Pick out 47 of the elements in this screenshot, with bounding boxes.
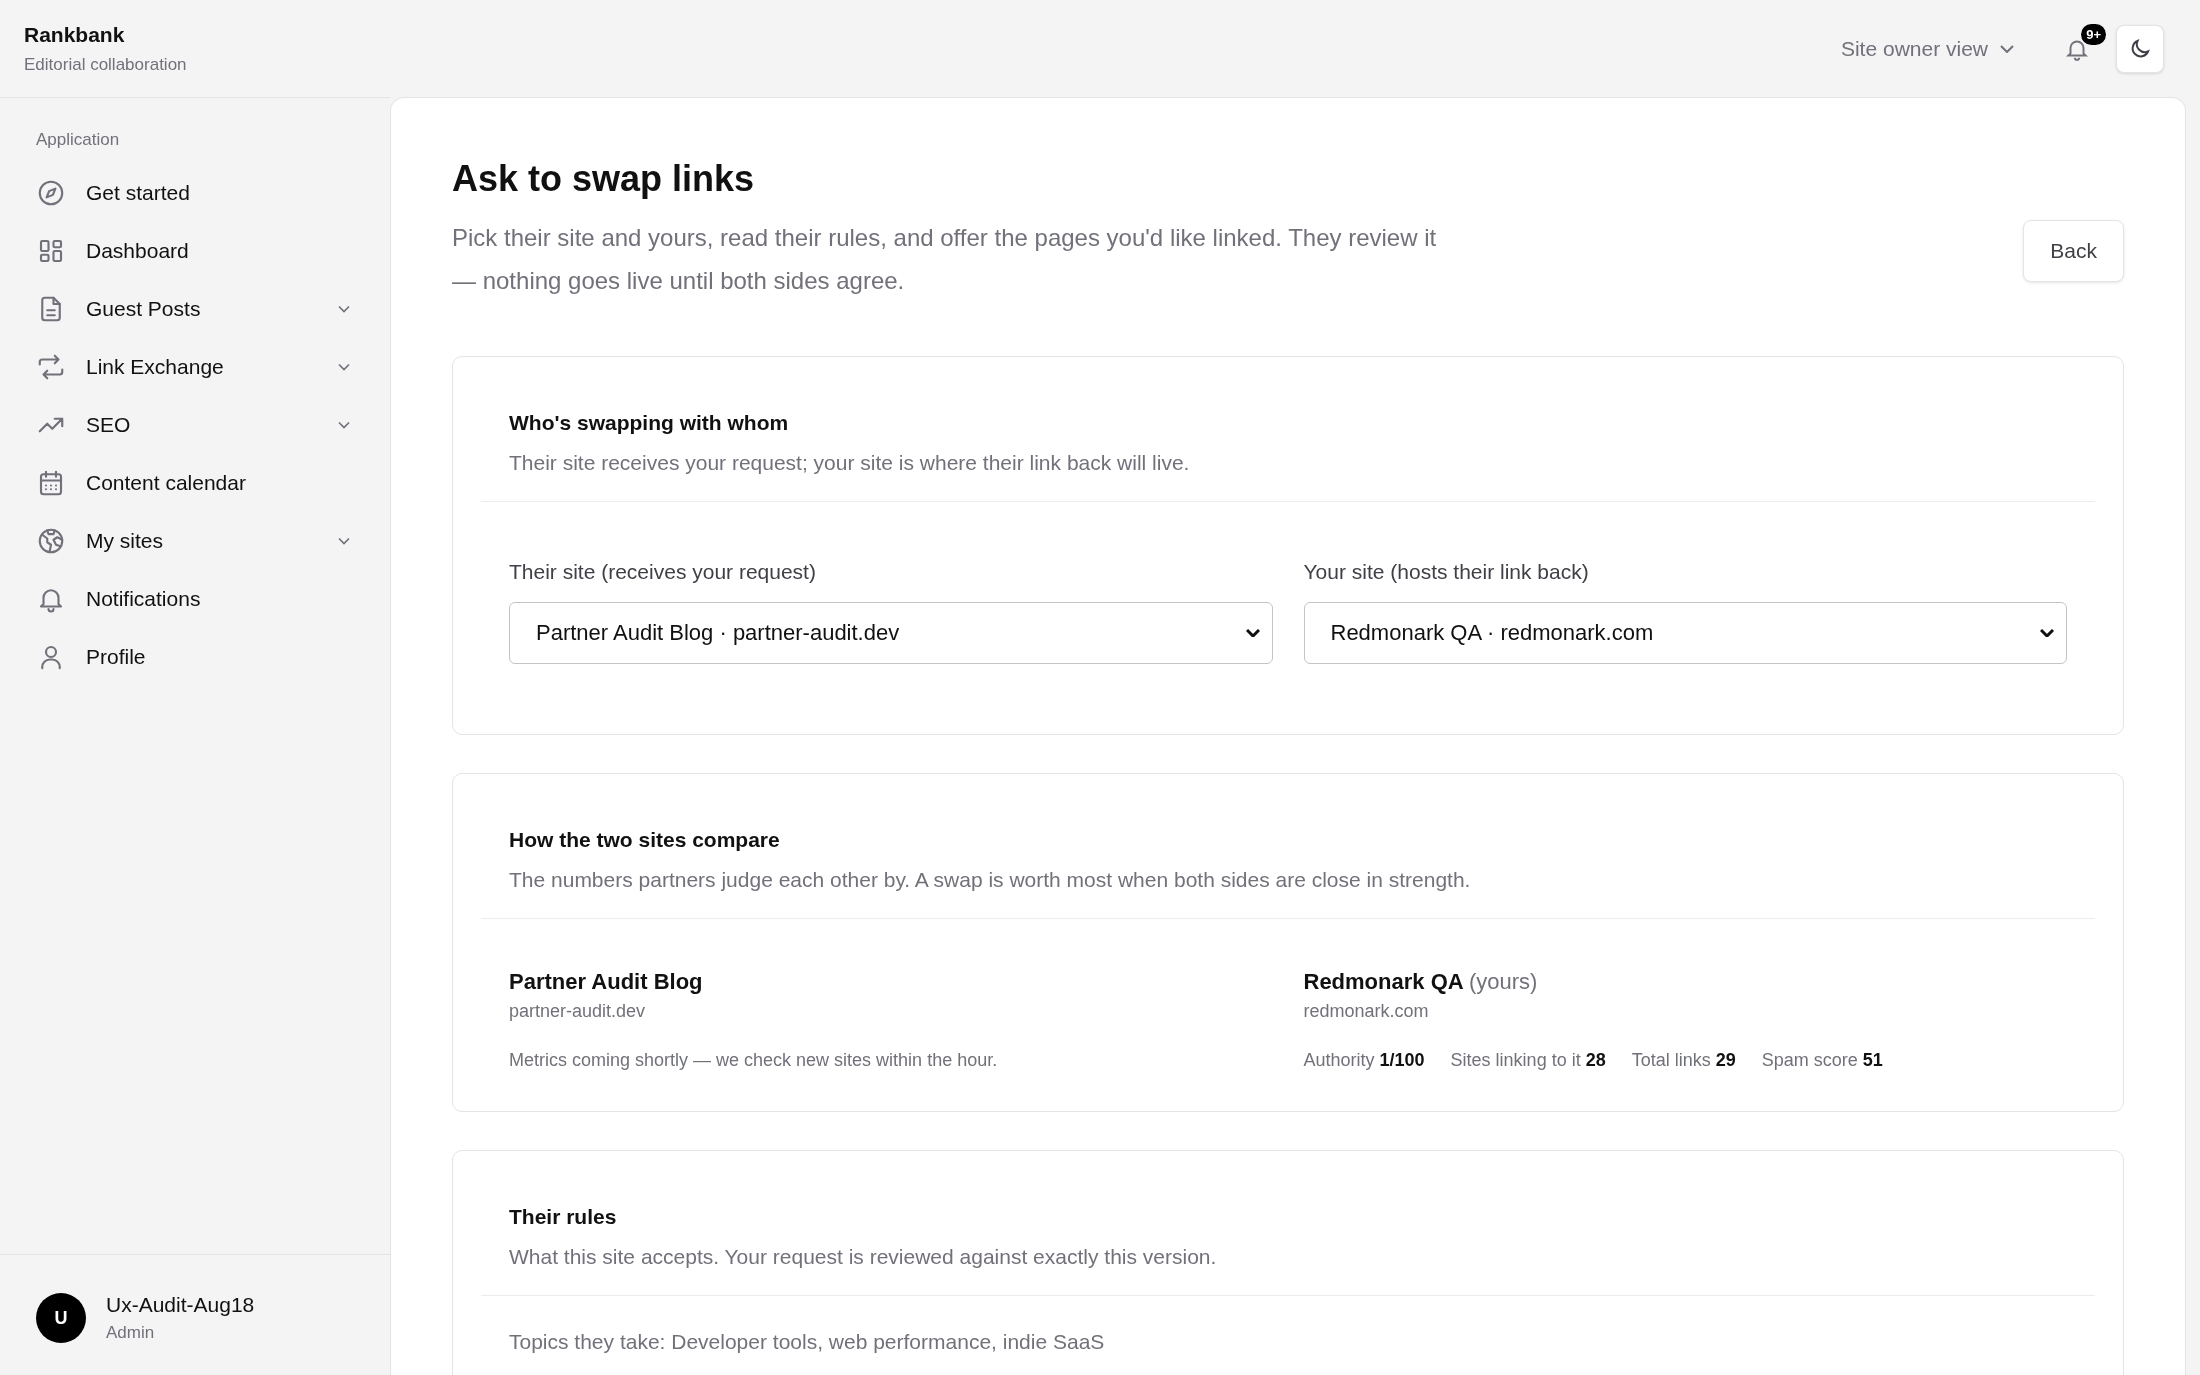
sidebar-item[interactable]: Content calendar — [36, 454, 364, 512]
site-name: Redmonark QA (yours) — [1303, 969, 1538, 995]
site-domain: redmonark.com — [1303, 1001, 1429, 1022]
sidebar-section-label: Application — [36, 130, 121, 150]
notification-count-badge: 9+ — [2081, 23, 2106, 45]
metric: Authority 1/100 — [1303, 1050, 1425, 1071]
section-description: What this site accepts. Your request is reviewed against exactly this version. — [509, 1245, 1218, 1269]
theme-toggle-button[interactable] — [2116, 24, 2164, 73]
section-title: Who's swapping with whom — [509, 411, 790, 435]
site-dropdown[interactable]: Partner Audit Blog · partner-audit.dev — [509, 602, 1273, 664]
chevron-down-icon — [1245, 629, 1260, 637]
section-title: How the two sites compare — [509, 828, 781, 852]
section-description: The numbers partners judge each other by. A swap is worth most when both sides are close in strength. — [509, 868, 1472, 892]
metric: Spam score 51 — [1761, 1050, 1883, 1071]
sidebar-item[interactable]: Notifications — [36, 570, 364, 628]
metrics-note: Metrics coming shortly — we check new sites within the hour. — [509, 1050, 998, 1071]
section-description: Their site receives your request; your site is where their link back will live. — [509, 451, 1191, 475]
chevron-down-icon — [2000, 44, 2014, 53]
sidebar-item[interactable]: Profile — [36, 628, 364, 686]
user-role: Admin — [106, 1323, 156, 1343]
app-tagline: Editorial collaboration — [24, 54, 187, 75]
user-avatar: U — [36, 1293, 86, 1343]
user-name: Ux-Audit-Aug18 — [106, 1293, 255, 1317]
chevron-down-icon — [2040, 629, 2054, 637]
page-title: Ask to swap links — [452, 158, 756, 200]
rule-text: Topics they take: Developer tools, web performance, indie SaaS — [509, 1330, 1106, 1354]
metric: Total links 29 — [1631, 1050, 1736, 1071]
app-name: Rankbank — [24, 22, 126, 47]
nav-icon — [36, 352, 66, 382]
field-label: Their site (receives your request) — [509, 560, 817, 584]
section-title: Their rules — [509, 1205, 618, 1229]
sidebar-item[interactable]: SEO — [36, 396, 364, 454]
site-name: Partner Audit Blog — [509, 969, 703, 995]
site-domain: partner-audit.dev — [509, 1001, 646, 1022]
sidebar-item[interactable]: Guest Posts — [36, 280, 364, 338]
metric: Sites linking to it 28 — [1450, 1050, 1606, 1071]
site-dropdown[interactable]: Redmonark QA · redmonark.com — [1303, 602, 2067, 664]
view-switch-dropdown[interactable]: Site owner view — [1832, 30, 2022, 67]
page-description: Pick their site and yours, read their rules, and offer the pages you'd like linked. They review it — nothing goes live until both sides agree. — [452, 223, 1438, 296]
field-label: Your site (hosts their link back) — [1303, 560, 1590, 584]
sidebar-item[interactable]: Get started — [36, 164, 364, 222]
sidebar-item[interactable]: My sites — [36, 512, 364, 570]
back-button[interactable]: Back — [2023, 220, 2124, 282]
nav-icon — [36, 526, 66, 556]
sidebar-item[interactable]: Link Exchange — [36, 338, 364, 396]
sidebar-item[interactable]: Dashboard — [36, 222, 364, 280]
nav-icon — [36, 178, 66, 208]
